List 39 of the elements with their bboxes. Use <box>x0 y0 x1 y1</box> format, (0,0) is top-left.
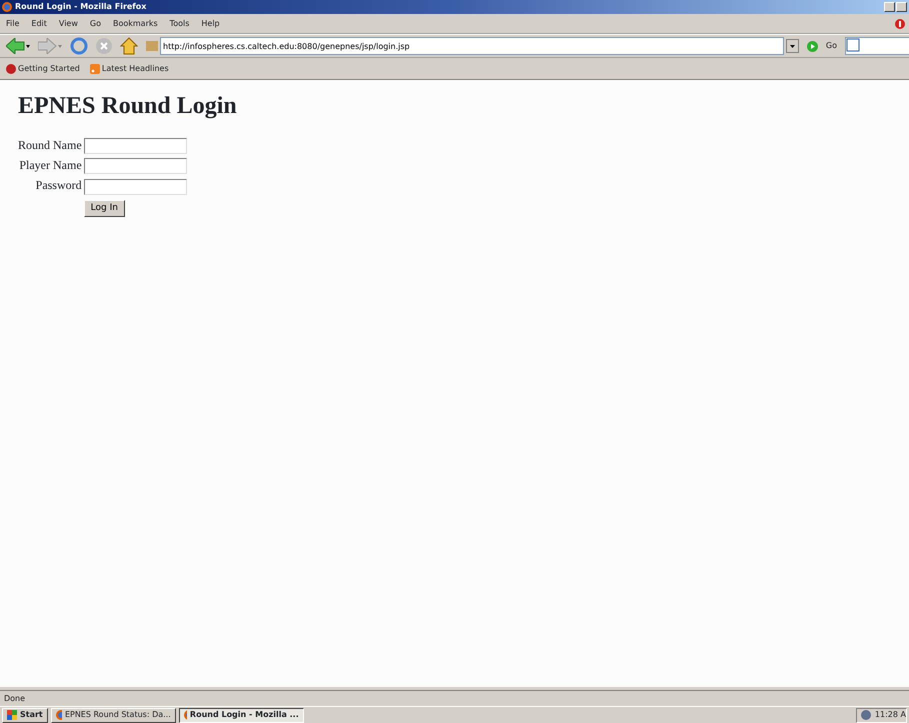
menu-item[interactable]: View <box>58 18 78 30</box>
page-heading: EPNES Round Login <box>18 92 238 121</box>
back-arrow-icon[interactable] <box>6 38 30 54</box>
menu-item[interactable]: Bookmarks <box>112 18 158 30</box>
search-field[interactable] <box>845 37 909 55</box>
address-field[interactable]: http://infospheres.cs.caltech.edu:8080/genepnes/jsp/login.jsp <box>160 37 784 55</box>
feed-icon <box>90 64 100 74</box>
reload-icon[interactable] <box>70 37 88 55</box>
restore-button[interactable] <box>896 2 907 12</box>
input-field[interactable] <box>84 158 187 174</box>
menu-item[interactable]: Help <box>201 18 220 30</box>
taskbar-button[interactable]: EPNES Round Status: Da... <box>50 708 176 722</box>
window-title: Round Login - Mozilla Firefox <box>15 1 146 13</box>
windows-logo-icon <box>7 710 17 720</box>
go-label[interactable]: Go <box>826 40 837 52</box>
tray-icon[interactable] <box>860 710 871 720</box>
input-field[interactable] <box>84 138 187 154</box>
field-label: Password <box>34 177 83 194</box>
login-button[interactable]: Log In <box>84 200 125 218</box>
input-field[interactable] <box>84 178 187 195</box>
menu-item[interactable]: File <box>6 18 20 30</box>
clock-text: 11:28 A <box>874 709 906 721</box>
search-engine-icon <box>846 38 860 52</box>
field-label: Player Name <box>18 157 83 174</box>
menu-item[interactable]: Go <box>90 18 101 30</box>
start-button[interactable]: Start <box>2 708 48 722</box>
home-icon[interactable] <box>120 37 138 55</box>
page-icon <box>146 41 158 51</box>
field-label: Round Name <box>18 136 83 154</box>
menu-item[interactable]: Tools <box>170 18 190 30</box>
status-text: Done <box>4 692 26 704</box>
taskbar-button[interactable]: Round Login - Mozilla ... <box>178 708 304 722</box>
minimize-button[interactable] <box>884 2 895 12</box>
stop-icon <box>895 18 905 28</box>
go-icon[interactable] <box>806 40 818 52</box>
bookmark-link[interactable]: Getting Started <box>6 62 80 74</box>
menu-item[interactable]: Edit <box>31 18 47 30</box>
bookmark-link[interactable]: Latest Headlines <box>90 62 169 74</box>
bookmark-icon <box>6 64 16 74</box>
